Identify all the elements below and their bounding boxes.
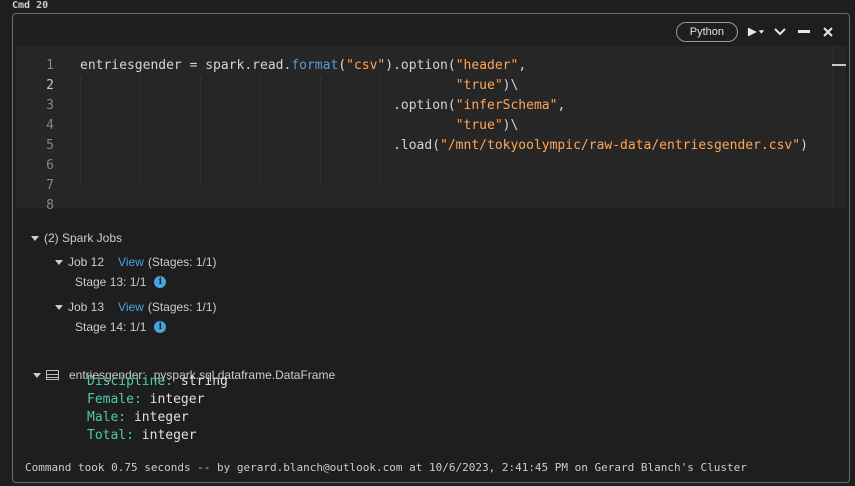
- string-token: "header": [455, 58, 519, 73]
- command-status: Command took 0.75 seconds -- by gerard.b…: [25, 461, 747, 474]
- code-token: entriesgender = spark.read.: [80, 58, 292, 73]
- string-token: "true": [455, 78, 503, 93]
- code-token: ,: [557, 98, 566, 113]
- expand-caret-icon[interactable]: [55, 304, 63, 310]
- info-icon[interactable]: i: [154, 321, 167, 333]
- stage-row: Stage 14: 1/1 i: [75, 319, 167, 335]
- string-token: "csv": [346, 58, 386, 73]
- code-token: ): [800, 138, 808, 153]
- field-type: integer: [149, 392, 205, 407]
- job-stages: (Stages: 1/1): [147, 255, 217, 269]
- close-icon[interactable]: [819, 23, 837, 41]
- code-token: ).option(: [385, 58, 456, 73]
- expand-caret-icon[interactable]: [55, 259, 63, 265]
- code-editor[interactable]: 1 2 3 4 5 6 7 8 entriesgender = spark.read.form…: [16, 46, 846, 213]
- job-stages: (Stages: 1/1): [147, 300, 217, 314]
- schema-field: Total: integer: [87, 427, 197, 445]
- stage-row: Stage 13: 1/1 i: [75, 274, 167, 290]
- field-type: integer: [133, 410, 189, 425]
- job-label: Job 12: [68, 255, 105, 269]
- field-name: Male:: [87, 410, 134, 425]
- string-token: "true": [455, 118, 503, 133]
- function-token: format: [291, 58, 339, 73]
- line-number-gutter: 1 2 3 4 5 6 7 8: [16, 46, 68, 213]
- field-type: string: [180, 374, 228, 389]
- collapse-icon[interactable]: [771, 23, 789, 41]
- field-name: Total:: [87, 428, 142, 443]
- line-number: 2: [46, 78, 54, 93]
- code-token: .option(: [80, 98, 456, 113]
- line-number: 8: [46, 198, 54, 213]
- code-token: .load(: [80, 138, 441, 153]
- table-icon: [46, 370, 59, 380]
- job-row[interactable]: Job 13 View (Stages: 1/1): [55, 299, 217, 315]
- line-number: 1: [46, 58, 54, 73]
- code-token: )\: [502, 78, 519, 93]
- run-dropdown-icon[interactable]: [747, 23, 765, 41]
- field-type: integer: [141, 428, 197, 443]
- code-token: (: [338, 58, 347, 73]
- stage-detail: Stage 14: 1/1: [75, 320, 147, 334]
- expand-caret-icon[interactable]: [31, 235, 39, 241]
- notebook-cell[interactable]: Python 1 2 3 4 5 6 7 8 entriesgender = spark.re…: [12, 13, 850, 483]
- field-name: Discipline:: [87, 374, 181, 389]
- schema-field: Female: integer: [87, 391, 204, 409]
- line-number: 4: [46, 118, 54, 133]
- minimize-icon[interactable]: [795, 23, 813, 41]
- language-selector[interactable]: Python: [675, 22, 738, 42]
- schema-field: Male: integer: [87, 409, 189, 427]
- line-number: 3: [46, 98, 54, 113]
- info-icon[interactable]: i: [154, 276, 167, 288]
- code-token: ,: [518, 58, 527, 73]
- scroll-marker: [832, 64, 846, 66]
- code-line: "true")\: [80, 116, 519, 136]
- job-view-link[interactable]: View: [118, 300, 144, 314]
- job-label: Job 13: [68, 300, 105, 314]
- field-name: Female:: [87, 392, 150, 407]
- line-number: 7: [46, 178, 54, 193]
- job-row[interactable]: Job 12 View (Stages: 1/1): [55, 254, 217, 270]
- code-line: entriesgender = spark.read.format("csv")…: [80, 56, 526, 76]
- stage-detail: Stage 13: 1/1: [75, 275, 147, 289]
- cell-toolbar: Python: [675, 22, 837, 42]
- line-number: 5: [46, 138, 54, 153]
- expand-caret-icon[interactable]: [33, 372, 41, 378]
- code-line: .option("inferSchema",: [80, 96, 565, 116]
- schema-field: Discipline: string: [87, 373, 228, 391]
- code-line: .load("/mnt/tokyoolympic/raw-data/entrie…: [80, 136, 808, 156]
- code-line: "true")\: [80, 76, 519, 96]
- string-token: "/mnt/tokyoolympic/raw-data/entriesgende…: [440, 138, 801, 153]
- job-view-link[interactable]: View: [118, 255, 144, 269]
- editor-scrollbar[interactable]: [832, 46, 846, 208]
- spark-jobs-header: (2) Spark Jobs: [44, 231, 123, 245]
- cell-command-label: Cmd 20: [12, 0, 49, 11]
- line-number: 6: [46, 158, 54, 173]
- string-token: "inferSchema": [455, 98, 558, 113]
- code-token: )\: [502, 118, 519, 133]
- spark-jobs-toggle[interactable]: (2) Spark Jobs: [31, 230, 122, 246]
